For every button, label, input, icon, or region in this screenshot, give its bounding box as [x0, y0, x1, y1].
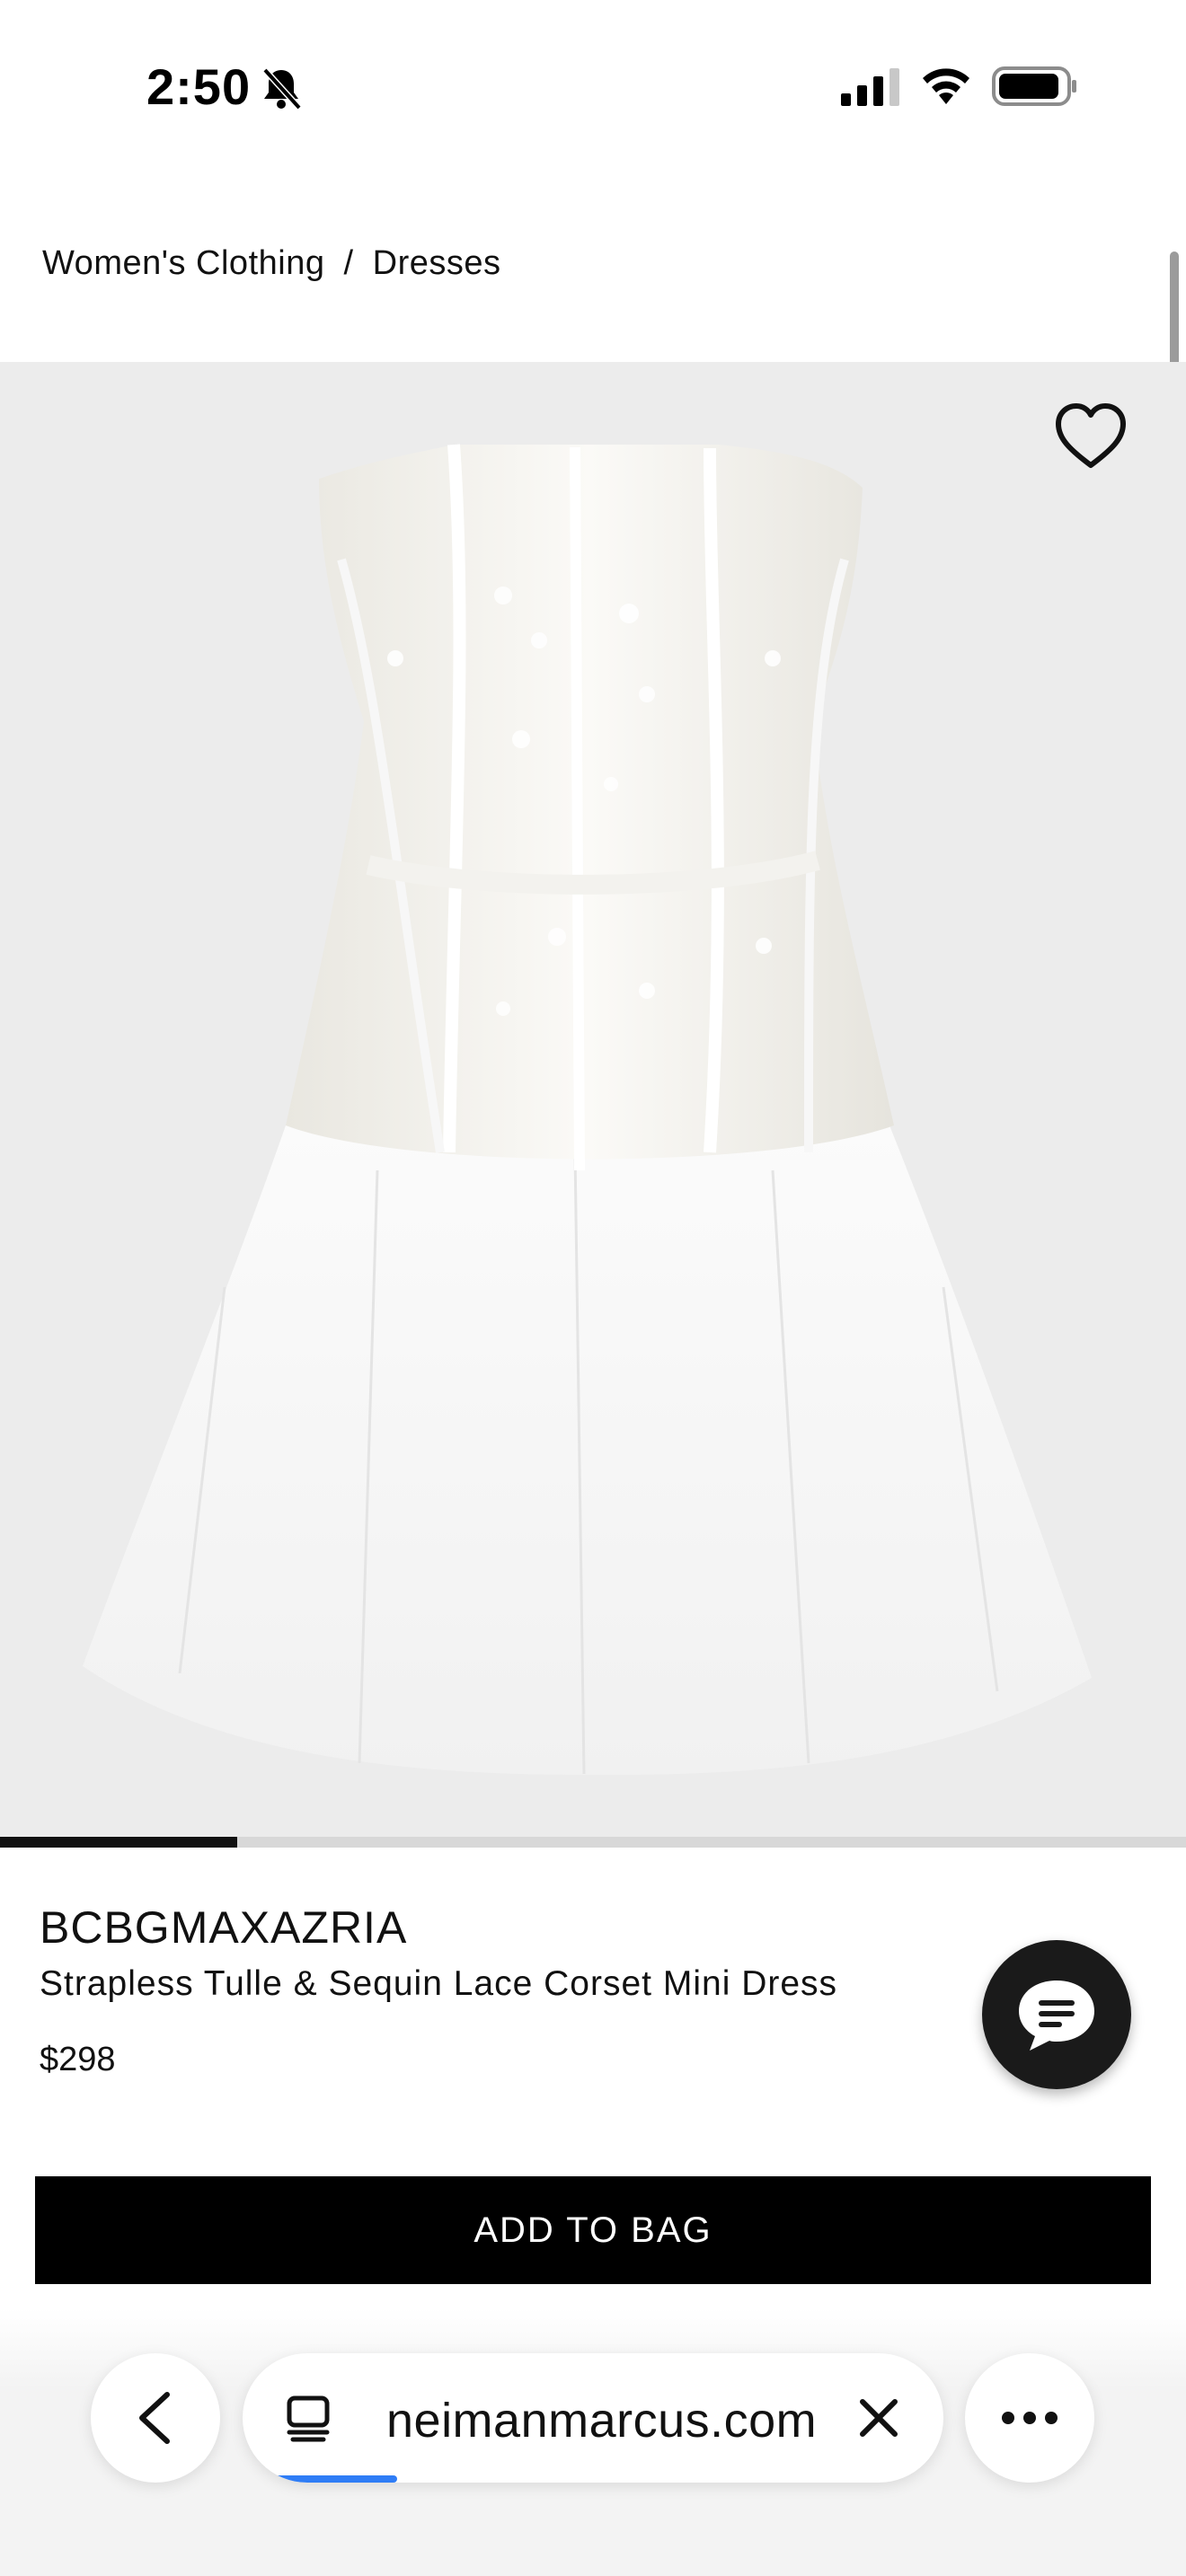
wifi-icon	[923, 68, 969, 104]
tabs-icon	[287, 2395, 330, 2442]
cellular-signal-icon	[841, 68, 899, 106]
more-horizontal-icon	[1002, 2412, 1058, 2424]
status-bar: 2:50	[0, 0, 1186, 171]
breadcrumb-dresses[interactable]: Dresses	[373, 244, 501, 282]
chat-bubble-icon	[1019, 1981, 1094, 2051]
browser-back-button[interactable]	[91, 2353, 220, 2483]
close-icon[interactable]	[854, 2393, 904, 2443]
status-time: 2:50	[146, 58, 252, 115]
heart-outline-icon[interactable]	[1051, 399, 1130, 472]
breadcrumb: Women's Clothing / Dresses	[42, 244, 501, 283]
product-image[interactable]	[0, 362, 1186, 1837]
breadcrumb-womens-clothing[interactable]: Women's Clothing	[42, 244, 324, 282]
image-carousel-progress	[0, 1837, 1186, 1848]
product-name: Strapless Tulle & Sequin Lace Corset Min…	[40, 1964, 838, 2003]
product-price: $298	[40, 2041, 116, 2078]
add-to-bag-button[interactable]: ADD TO BAG	[35, 2176, 1151, 2284]
chat-button[interactable]	[982, 1940, 1131, 2089]
breadcrumb-separator: /	[343, 244, 354, 282]
dress-illustration	[83, 444, 1092, 1776]
chevron-left-icon	[139, 2392, 170, 2444]
product-brand[interactable]: BCBGMAXAZRIA	[40, 1901, 407, 1954]
browser-url[interactable]: neimanmarcus.com	[386, 2393, 817, 2448]
browser-more-button[interactable]	[965, 2353, 1094, 2483]
browser-address-bar[interactable]: neimanmarcus.com	[243, 2353, 943, 2483]
page-load-progress	[270, 2475, 397, 2483]
battery-icon	[992, 66, 1076, 106]
bell-slash-icon	[262, 67, 302, 110]
image-carousel-progress-fill	[0, 1837, 237, 1848]
